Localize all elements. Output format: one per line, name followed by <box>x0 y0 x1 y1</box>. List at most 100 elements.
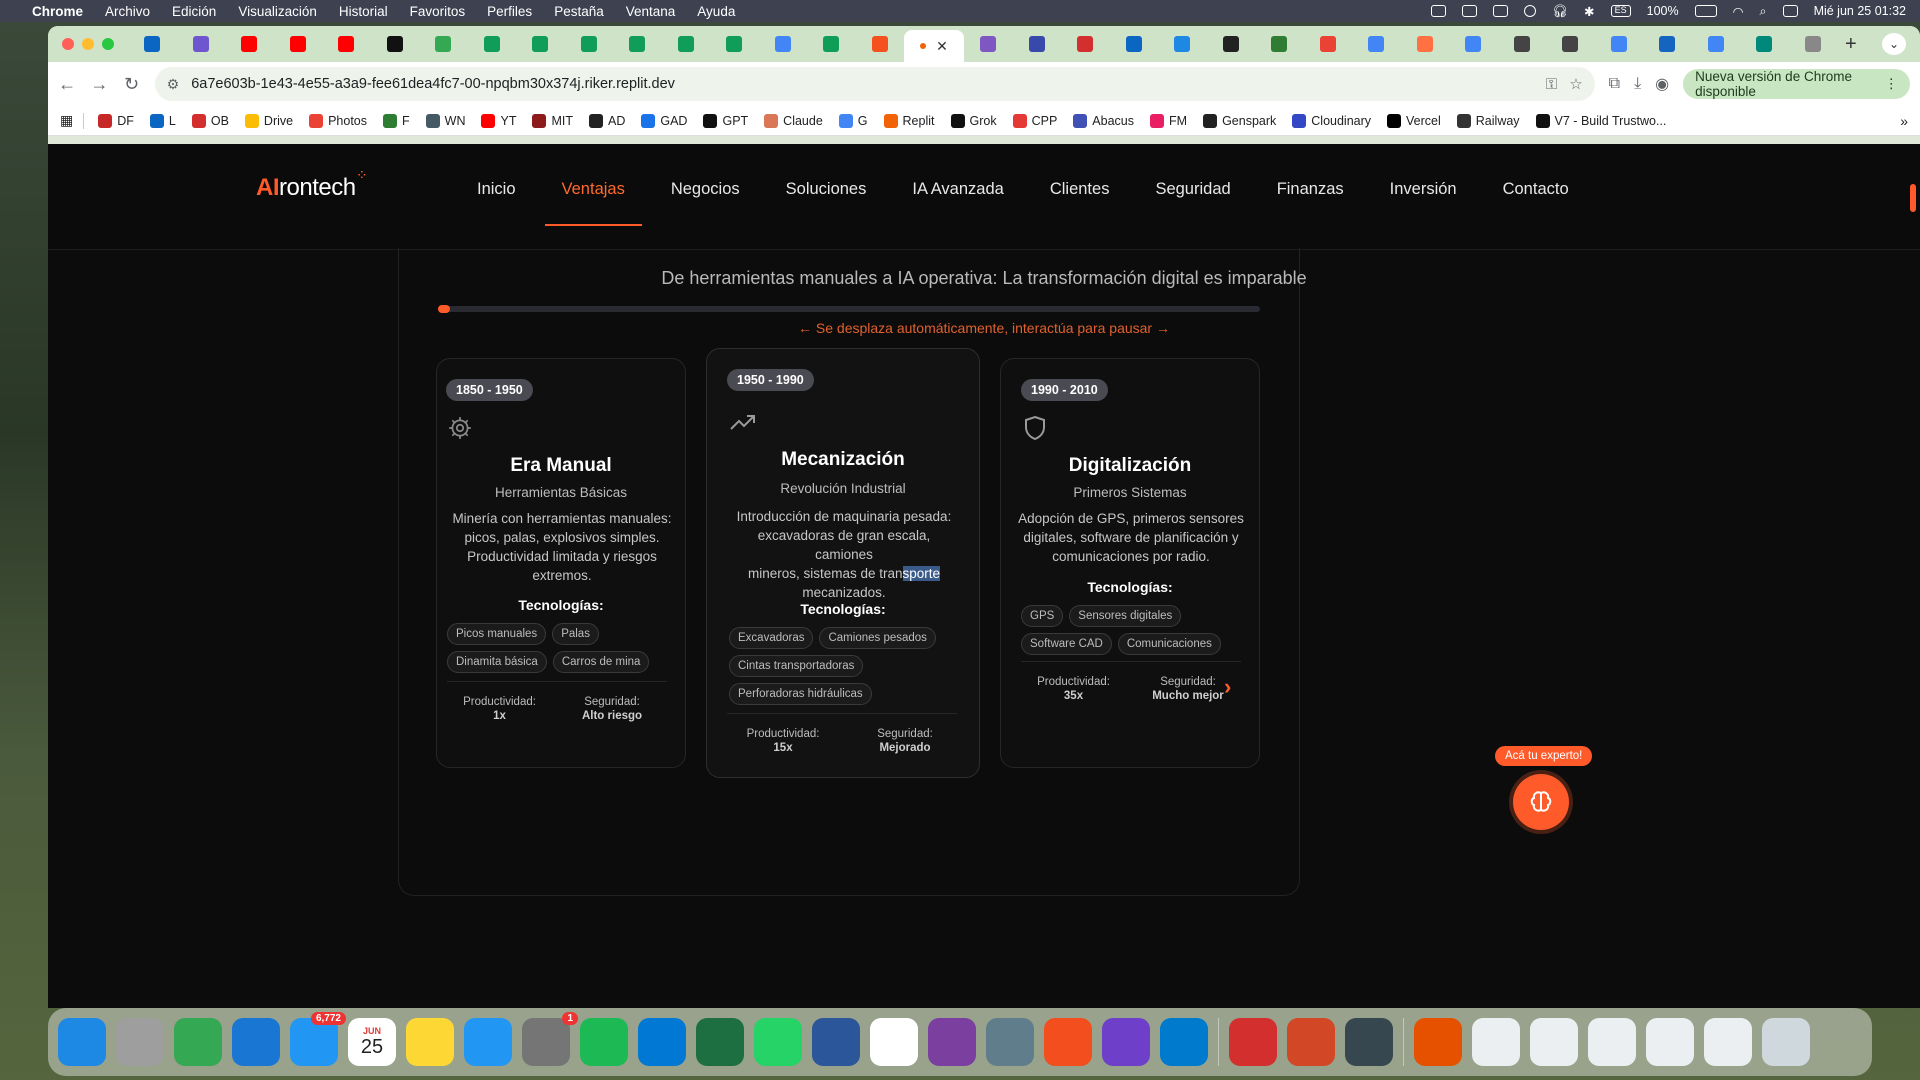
menu-edicion[interactable]: Edición <box>172 4 216 19</box>
wifi-icon[interactable]: ◠ <box>1733 4 1744 19</box>
bookmark-item[interactable]: Photos <box>309 113 367 128</box>
extensions-icon[interactable]: ⧉ <box>1609 75 1620 93</box>
browser-tab[interactable] <box>1110 30 1159 58</box>
dock-app-script[interactable] <box>986 1018 1034 1066</box>
dock-app-vscode[interactable] <box>1160 1018 1208 1066</box>
timeline-card-era-manual[interactable]: 1850 - 1950 Era Manual Herramientas Bási… <box>436 358 686 768</box>
play-status-icon[interactable] <box>1524 5 1537 17</box>
nav-link[interactable]: Ventajas <box>539 180 648 226</box>
browser-tab[interactable] <box>565 30 614 58</box>
dock-app-chrome[interactable] <box>174 1018 222 1066</box>
nav-link[interactable]: Inicio <box>454 180 539 226</box>
bluetooth-icon[interactable]: ✱ <box>1584 4 1594 19</box>
dock-app-word[interactable] <box>812 1018 860 1066</box>
browser-tab[interactable] <box>225 30 274 58</box>
nav-link[interactable]: Contacto <box>1480 180 1592 226</box>
browser-tab[interactable] <box>964 30 1013 58</box>
site-logo[interactable]: AIrontech ⁘ <box>256 170 366 202</box>
menu-perfiles[interactable]: Perfiles <box>487 4 532 19</box>
site-info-icon[interactable]: ⚙︎ <box>167 76 180 93</box>
tab-search-chevron-icon[interactable]: ⌄ <box>1882 33 1906 55</box>
back-button[interactable]: ← <box>58 74 76 95</box>
nav-link[interactable]: Clientes <box>1027 180 1133 226</box>
apps-grid-icon[interactable]: ▦ <box>60 112 73 129</box>
headphones-icon[interactable]: 🎧︎ <box>1552 4 1568 19</box>
bookmark-item[interactable]: Railway <box>1456 113 1520 128</box>
bookmark-item[interactable]: G <box>838 113 868 128</box>
dock-app-outlook[interactable] <box>638 1018 686 1066</box>
password-key-icon[interactable]: ⚿ <box>1546 76 1557 93</box>
bookmark-item[interactable]: GAD <box>641 113 687 128</box>
nav-link[interactable]: Negocios <box>648 180 763 226</box>
menu-ventana[interactable]: Ventana <box>626 4 676 19</box>
bookmark-item[interactable]: OB <box>191 113 229 128</box>
bookmark-item[interactable]: AD <box>589 113 625 128</box>
dock-app-doc-5[interactable] <box>1704 1018 1752 1066</box>
bookmark-item[interactable]: Claude <box>764 113 823 128</box>
dock-app-spotify[interactable] <box>580 1018 628 1066</box>
bookmark-item[interactable]: WN <box>425 113 465 128</box>
bookmark-item[interactable]: Drive <box>244 113 293 128</box>
url-text[interactable]: 6a7e603b-1e43-4e55-a3a9-fee61dea4fc7-00-… <box>191 76 1534 92</box>
browser-tab[interactable] <box>1595 30 1644 58</box>
browser-tab[interactable] <box>516 30 565 58</box>
battery-icon[interactable] <box>1694 5 1717 17</box>
zoom-window-button[interactable] <box>102 38 114 50</box>
kebab-menu-icon[interactable]: ⋮ <box>1884 76 1898 92</box>
nav-link[interactable]: Inversión <box>1367 180 1480 226</box>
bookmark-item[interactable]: DF <box>98 113 134 128</box>
browser-tab[interactable] <box>662 30 711 58</box>
bookmark-star-icon[interactable]: ☆ <box>1569 75 1582 93</box>
clock[interactable]: Mié jun 25 01:32 <box>1814 4 1906 18</box>
browser-tab[interactable] <box>1013 30 1062 58</box>
dock-app-doc-3[interactable] <box>1588 1018 1636 1066</box>
browser-tab[interactable] <box>1255 30 1304 58</box>
minimize-window-button[interactable] <box>82 38 94 50</box>
tab-active[interactable]: ✕ <box>904 30 964 62</box>
bookmark-item[interactable]: Grok <box>950 113 997 128</box>
dock-app-acrobat[interactable] <box>1229 1018 1277 1066</box>
menu-historial[interactable]: Historial <box>339 4 388 19</box>
page-scroll-indicator[interactable] <box>1910 184 1916 212</box>
dock-app-doc-4[interactable] <box>1646 1018 1694 1066</box>
status-icon-2[interactable] <box>1462 5 1478 17</box>
dock-app-trash[interactable] <box>1762 1018 1810 1066</box>
browser-tab[interactable] <box>128 30 177 58</box>
nav-link[interactable]: IA Avanzada <box>889 180 1026 226</box>
expert-chat-label[interactable]: Acá tu experto! <box>1495 746 1593 766</box>
dock-app-calendar[interactable]: JUN 25 <box>348 1018 396 1066</box>
browser-tab[interactable] <box>856 30 905 58</box>
timeline-card-mecanizacion[interactable]: 1950 - 1990 Mecanización Revolución Indu… <box>706 348 980 778</box>
bookmark-item[interactable]: CPP <box>1012 113 1057 128</box>
bookmark-item[interactable]: Genspark <box>1203 113 1276 128</box>
browser-tab[interactable] <box>1449 30 1498 58</box>
close-tab-icon[interactable]: ✕ <box>936 38 948 55</box>
dock-app-whatsapp[interactable] <box>754 1018 802 1066</box>
bookmark-item[interactable]: YT <box>481 113 516 128</box>
browser-tab[interactable] <box>759 30 808 58</box>
dock-app-excel[interactable] <box>696 1018 744 1066</box>
browser-tab[interactable] <box>371 30 420 58</box>
nav-link[interactable]: Soluciones <box>763 180 890 226</box>
bookmark-item[interactable]: GPT <box>703 113 748 128</box>
browser-tab[interactable] <box>710 30 759 58</box>
menu-archivo[interactable]: Archivo <box>105 4 150 19</box>
browser-tab[interactable] <box>1304 30 1353 58</box>
menu-visualizacion[interactable]: Visualización <box>238 4 317 19</box>
browser-tab[interactable] <box>1061 30 1110 58</box>
bookmark-item[interactable]: Abacus <box>1073 113 1134 128</box>
dock-app-quicktime[interactable] <box>1345 1018 1393 1066</box>
browser-tab[interactable] <box>1546 30 1595 58</box>
status-icon-1[interactable] <box>1431 5 1447 17</box>
browser-tab[interactable] <box>807 30 856 58</box>
menu-ayuda[interactable]: Ayuda <box>697 4 735 19</box>
menu-app-name[interactable]: Chrome <box>32 4 83 19</box>
dock-app-powerpoint[interactable] <box>1287 1018 1335 1066</box>
bookmark-item[interactable]: MIT <box>532 113 573 128</box>
dock-app-screen-recorder[interactable] <box>928 1018 976 1066</box>
bookmarks-overflow-icon[interactable]: » <box>1900 113 1908 129</box>
dock-app-figma-like[interactable] <box>1044 1018 1092 1066</box>
input-language[interactable]: ES <box>1610 5 1631 17</box>
dock-app-calendar-31[interactable] <box>870 1018 918 1066</box>
profile-avatar[interactable]: ◉ <box>1655 74 1669 94</box>
